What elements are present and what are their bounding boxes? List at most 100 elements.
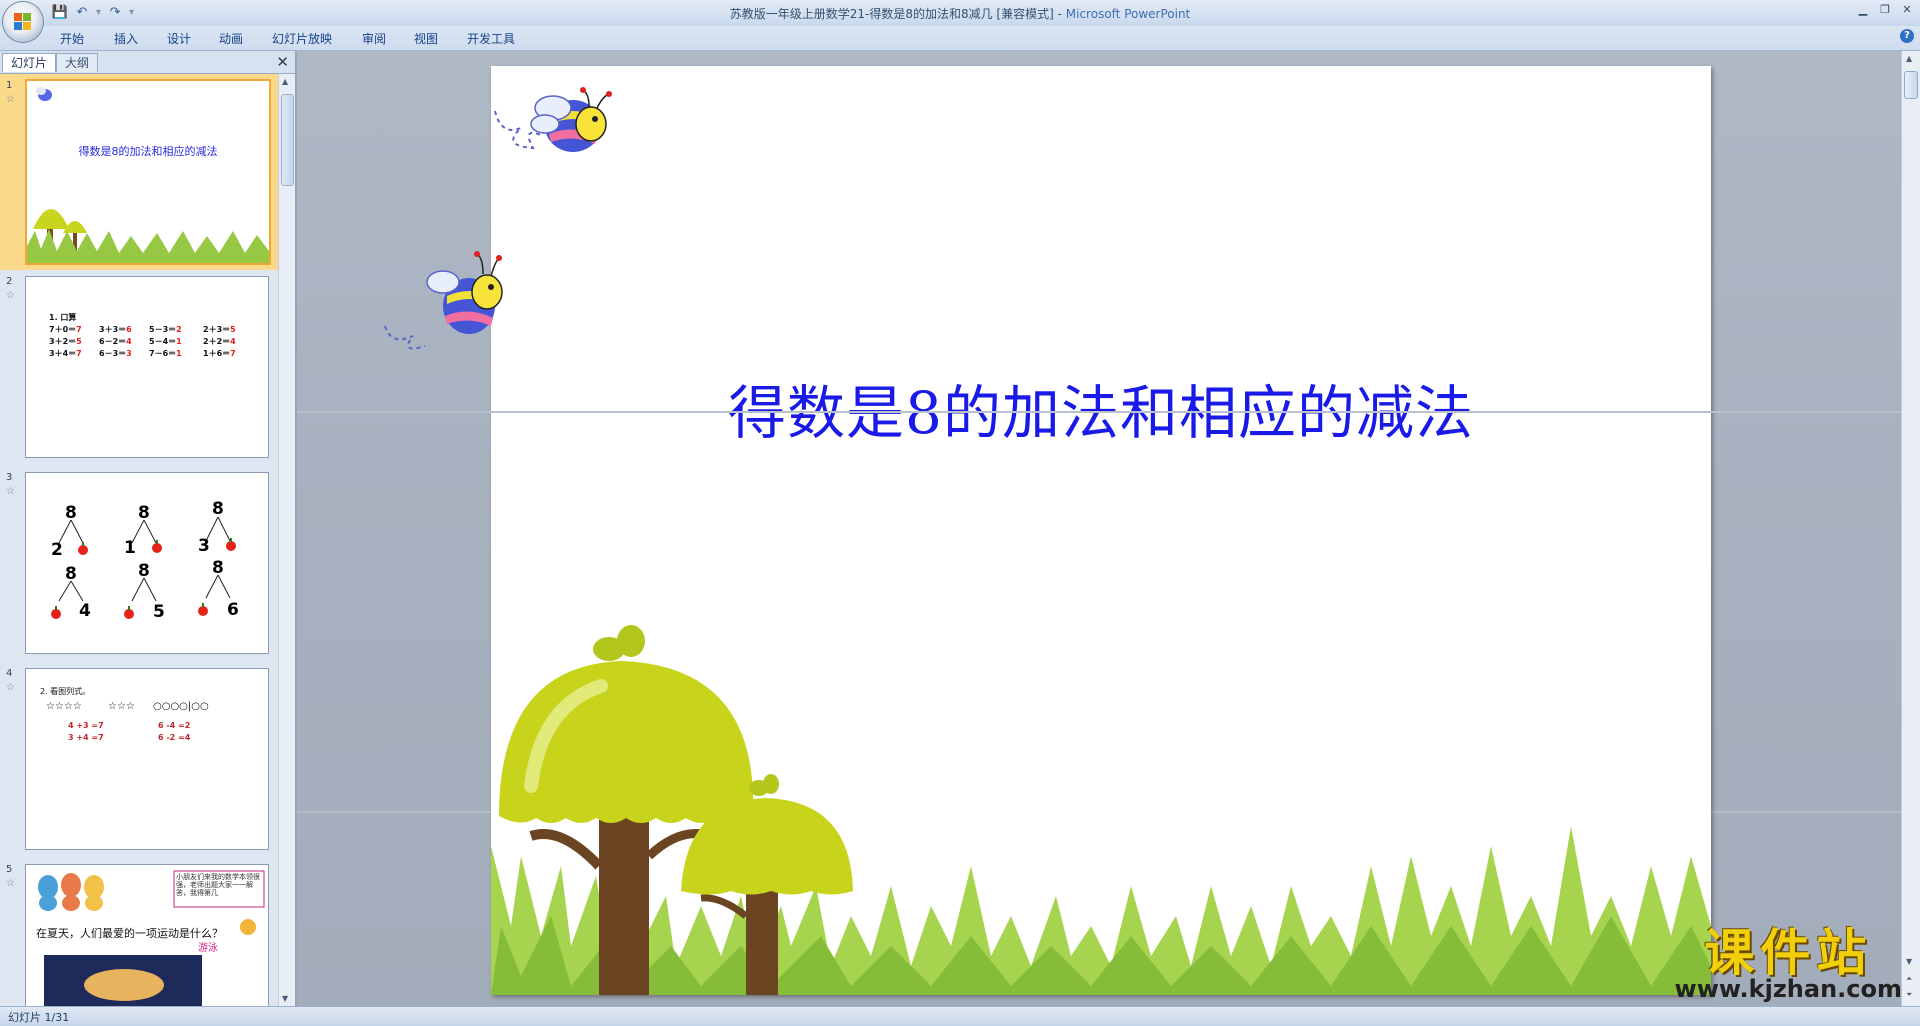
slide-counter: 幻灯片 1/31	[8, 1011, 70, 1024]
apple-icon	[152, 540, 162, 553]
bond-part: 6	[227, 600, 239, 620]
tab-insert[interactable]: 插入	[114, 30, 138, 47]
circles-group: ○○○○|○○	[153, 701, 209, 712]
speech-bubble: 小朋友们来我的数学本领很强，老师出题大家一一解答，我得第几	[176, 873, 260, 897]
tab-slides[interactable]: 幻灯片	[2, 53, 57, 72]
animation-star-icon: ☆	[6, 486, 15, 497]
bond-part: 5	[153, 602, 165, 622]
equation: 5－4＝1	[149, 337, 182, 346]
application-name: Microsoft PowerPoint	[1065, 7, 1191, 21]
watermark-title: 课件站	[1704, 924, 1873, 982]
bee-icon	[494, 87, 612, 152]
tab-developer[interactable]: 开发工具	[467, 30, 515, 47]
equation: 6 -4 =2	[158, 721, 191, 730]
equation: 2＋2＝4	[203, 337, 236, 346]
tab-slideshow[interactable]: 幻灯片放映	[272, 30, 332, 47]
ribbon-tabs: 开始 插入 设计 动画 幻灯片放映 审阅 视图 开发工具	[0, 26, 1920, 51]
bond-part: 3	[198, 536, 210, 556]
office-button[interactable]	[3, 2, 43, 42]
thumbnail-image: 小朋友们来我的数学本领很强，老师出题大家一一解答，我得第几 在夏天，人们最爱的一…	[25, 864, 269, 1006]
previous-slide-icon[interactable]: ⏶	[1906, 974, 1912, 984]
bond-total: 8	[65, 564, 77, 584]
slide-scrollbar[interactable]: ▲ ▼ ⏶ ⏷	[1901, 51, 1920, 1006]
slide-thumbnail-3[interactable]: 3 ☆ 8 8 8 2 1 3 8 8 8 4 5 6	[0, 466, 278, 662]
minimize-icon[interactable]: ▁	[1854, 2, 1872, 18]
apple-icon	[198, 603, 208, 616]
thumbnail-list: 1 ☆ 得数是8的加法和相应的减法 2 ☆ 1. 口算 7＋0＝7 3＋3＝6 …	[0, 74, 278, 1006]
thumbnail-scrollbar[interactable]: ▲ ▼	[278, 74, 295, 1006]
apple-icon	[226, 538, 236, 551]
equation: 5－3＝2	[149, 325, 182, 334]
window-controls: ▁ ❐ ✕	[1854, 2, 1916, 18]
tab-review[interactable]: 审阅	[362, 30, 386, 47]
tab-design[interactable]: 设计	[167, 30, 191, 47]
animation-star-icon: ☆	[6, 290, 15, 301]
slide-thumbnail-5[interactable]: 5 ☆ 小朋友们来我的数学本领很强，老师出题大家一一解答，我得第几 在夏天，人们…	[0, 858, 278, 1006]
bond-total: 8	[138, 503, 150, 523]
close-pane-icon[interactable]: ✕	[276, 53, 289, 71]
bond-total: 8	[65, 503, 77, 523]
thumbnail-image: 2. 看图列式。 ☆☆☆☆ ☆☆☆ ○○○○|○○ 4 +3 =7 3 +4 =…	[25, 668, 269, 850]
bond-part: 4	[79, 601, 91, 621]
bond-total: 8	[212, 558, 224, 578]
bond-total: 8	[138, 561, 150, 581]
slide-thumbnail-1[interactable]: 1 ☆ 得数是8的加法和相应的减法	[0, 74, 278, 270]
slide-number: 2	[6, 276, 13, 287]
apple-icon	[78, 542, 88, 555]
thumbnail-image: 1. 口算 7＋0＝7 3＋3＝6 5－3＝2 2＋3＝5 3＋2＝5 6－2＝…	[25, 276, 269, 458]
equation: 3＋2＝5	[49, 337, 82, 346]
animation-star-icon: ☆	[6, 94, 15, 105]
bond-part: 2	[51, 540, 63, 560]
equation: 7＋0＝7	[49, 325, 82, 334]
equation: 7－6＝1	[149, 349, 182, 358]
office-logo-icon	[14, 13, 32, 31]
scroll-up-icon[interactable]: ▲	[282, 77, 288, 86]
slide-title[interactable]: 得数是8的加法和相应的减法	[491, 366, 1711, 450]
bond-part: 1	[124, 538, 136, 558]
equation: 3＋3＝6	[99, 325, 132, 334]
tab-view[interactable]: 视图	[414, 30, 438, 47]
scrollbar-thumb[interactable]	[1904, 71, 1918, 99]
animation-star-icon: ☆	[6, 878, 15, 889]
equation: 6－2＝4	[99, 337, 132, 346]
tab-outline[interactable]: 大纲	[56, 53, 99, 72]
close-icon[interactable]: ✕	[1898, 2, 1916, 18]
slide-thumbnail-2[interactable]: 2 ☆ 1. 口算 7＋0＝7 3＋3＝6 5－3＝2 2＋3＝5 3＋2＝5 …	[0, 270, 278, 466]
restore-icon[interactable]: ❐	[1876, 2, 1894, 18]
animation-star-icon: ☆	[6, 682, 15, 693]
slides-pane: 幻灯片 大纲 ✕ 1 ☆ 得数是8的加法和相应的减法 2 ☆ 1. 口算 7＋0…	[0, 51, 296, 1006]
equation: 6－3＝3	[99, 349, 132, 358]
next-slide-icon[interactable]: ⏷	[1906, 990, 1912, 1000]
tab-home[interactable]: 开始	[60, 30, 84, 47]
watermark-url: www.kjzhan.com	[1674, 975, 1902, 1003]
bond-total: 8	[212, 499, 224, 519]
slide-number: 1	[6, 80, 13, 91]
stars-left: ☆☆☆☆	[46, 701, 82, 712]
help-icon[interactable]: ?	[1900, 29, 1914, 43]
title-bar: 💾 ↶ ▾ ↷ ▾ 苏教版一年级上册数学21-得数是8的加法和8减几 [兼容模式…	[0, 0, 1920, 26]
scroll-down-icon[interactable]: ▼	[282, 994, 288, 1003]
stars-right: ☆☆☆	[108, 701, 135, 712]
tab-animations[interactable]: 动画	[219, 30, 243, 47]
equation: 6 -2 =4	[158, 733, 191, 742]
slide-thumbnail-4[interactable]: 4 ☆ 2. 看图列式。 ☆☆☆☆ ☆☆☆ ○○○○|○○ 4 +3 =7 3 …	[0, 662, 278, 858]
scroll-up-icon[interactable]: ▲	[1906, 54, 1912, 63]
thumbnail-image: 8 8 8 2 1 3 8 8 8 4 5 6	[25, 472, 269, 654]
scroll-down-icon[interactable]: ▼	[1906, 957, 1912, 966]
equation: 2＋3＝5	[203, 325, 236, 334]
thumbnail-heading: 1. 口算	[49, 313, 77, 322]
equation: 3 +4 =7	[68, 733, 104, 742]
apple-icon	[124, 606, 134, 619]
status-bar: 幻灯片 1/31	[0, 1006, 1920, 1026]
apple-icon	[51, 606, 61, 619]
equation: 1＋6＝7	[203, 349, 236, 358]
thumbnail-title: 得数是8的加法和相应的减法	[78, 145, 218, 158]
watermark-logo: 课件站 www.kjzhan.com	[1675, 925, 1902, 1003]
pane-tabs: 幻灯片 大纲 ✕	[0, 51, 295, 74]
thumbnail-question: 在夏天，人们最爱的一项运动是什么？	[36, 927, 223, 940]
current-slide[interactable]: 得数是8的加法和相应的减法	[491, 66, 1711, 995]
slide-number: 3	[6, 472, 13, 483]
scrollbar-thumb[interactable]	[281, 94, 294, 186]
bee-icon	[384, 251, 503, 350]
slide-editing-area: 得数是8的加法和相应的减法	[297, 51, 1902, 1006]
